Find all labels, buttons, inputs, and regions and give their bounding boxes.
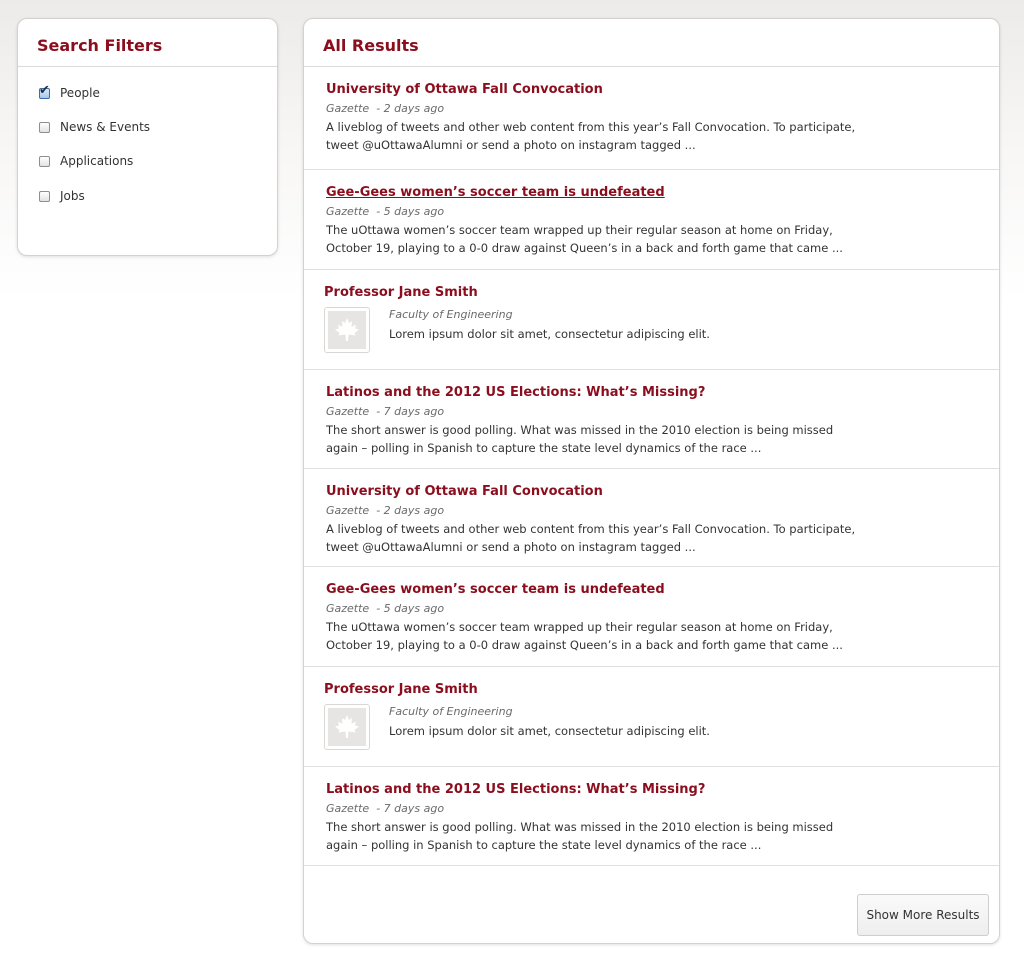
search-filters-title: Search Filters (18, 19, 277, 67)
result-meta: Gazette - 7 days ago (326, 802, 444, 815)
all-results-panel: All Results University of Ottawa Fall Co… (303, 18, 1000, 944)
result-item: Gee-Gees women’s soccer team is undefeat… (304, 567, 999, 667)
result-title-link[interactable]: Gee-Gees women’s soccer team is undefeat… (326, 185, 665, 200)
person-result-item: Professor Jane Smith Faculty of Engineer… (304, 270, 999, 370)
result-item: University of Ottawa Fall Convocation Ga… (304, 469, 999, 567)
filter-label: Applications (60, 154, 134, 168)
result-source: Gazette (326, 405, 370, 418)
result-date: - 7 days ago (376, 802, 445, 815)
person-department: Faculty of Engineering (389, 705, 513, 718)
filter-label: People (60, 86, 100, 100)
applications-checkbox[interactable] (39, 155, 50, 167)
person-description: Lorem ipsum dolor sit amet, consectetur … (389, 724, 710, 738)
result-excerpt: The uOttawa women’s soccer team wrapped … (326, 223, 843, 255)
person-department: Faculty of Engineering (389, 308, 513, 321)
filter-jobs[interactable]: Jobs (39, 186, 85, 206)
filter-label: News & Events (60, 120, 151, 134)
result-excerpt: The uOttawa women’s soccer team wrapped … (326, 620, 843, 652)
avatar-placeholder (328, 708, 366, 746)
filter-label: Jobs (60, 189, 85, 203)
search-filters-panel: Search Filters ✔ People News & Events Ap… (17, 18, 278, 256)
result-item: Latinos and the 2012 US Elections: What’… (304, 370, 999, 469)
all-results-title: All Results (304, 19, 999, 67)
result-source: Gazette (326, 504, 370, 517)
result-meta: Gazette - 5 days ago (326, 205, 444, 218)
result-date: - 5 days ago (376, 602, 445, 615)
person-result-item: Professor Jane Smith Faculty of Engineer… (304, 667, 999, 767)
result-meta: Gazette - 2 days ago (326, 102, 444, 115)
result-item: Gee-Gees women’s soccer team is undefeat… (304, 170, 999, 270)
result-title-link[interactable]: Latinos and the 2012 US Elections: What’… (326, 782, 705, 797)
person-name-link[interactable]: Professor Jane Smith (324, 682, 478, 697)
avatar-placeholder (328, 311, 366, 349)
filter-applications[interactable]: Applications (39, 151, 133, 171)
result-date: - 5 days ago (376, 205, 445, 218)
maple-leaf-icon (335, 318, 359, 341)
result-title-link[interactable]: University of Ottawa Fall Convocation (326, 82, 603, 97)
result-meta: Gazette - 2 days ago (326, 504, 444, 517)
news-events-checkbox[interactable] (39, 121, 50, 133)
maple-leaf-icon (335, 715, 359, 738)
filter-people[interactable]: ✔ People (39, 83, 100, 103)
result-meta: Gazette - 7 days ago (326, 405, 444, 418)
avatar[interactable] (324, 704, 370, 750)
people-checkbox[interactable]: ✔ (39, 83, 50, 99)
result-source: Gazette (326, 602, 370, 615)
checkmark-icon: ✔ (39, 82, 50, 98)
result-date: - 2 days ago (376, 504, 445, 517)
jobs-checkbox[interactable] (39, 190, 50, 202)
result-date: - 7 days ago (376, 405, 445, 418)
person-description: Lorem ipsum dolor sit amet, consectetur … (389, 327, 710, 341)
result-source: Gazette (326, 102, 370, 115)
result-excerpt: The short answer is good polling. What w… (326, 423, 834, 455)
result-excerpt: A liveblog of tweets and other web conte… (326, 120, 856, 152)
result-source: Gazette (326, 205, 370, 218)
result-excerpt: The short answer is good polling. What w… (326, 820, 834, 852)
result-title-link[interactable]: University of Ottawa Fall Convocation (326, 484, 603, 499)
result-excerpt: A liveblog of tweets and other web conte… (326, 522, 856, 554)
person-name-link[interactable]: Professor Jane Smith (324, 285, 478, 300)
result-title-link[interactable]: Gee-Gees women’s soccer team is undefeat… (326, 582, 665, 597)
result-meta: Gazette - 5 days ago (326, 602, 444, 615)
result-item: Latinos and the 2012 US Elections: What’… (304, 767, 999, 866)
show-more-results-button[interactable]: Show More Results (857, 894, 989, 936)
filter-news-events[interactable]: News & Events (39, 117, 150, 137)
result-title-link[interactable]: Latinos and the 2012 US Elections: What’… (326, 385, 705, 400)
result-date: - 2 days ago (376, 102, 445, 115)
result-source: Gazette (326, 802, 370, 815)
result-item: University of Ottawa Fall Convocation Ga… (304, 67, 999, 170)
avatar[interactable] (324, 307, 370, 353)
